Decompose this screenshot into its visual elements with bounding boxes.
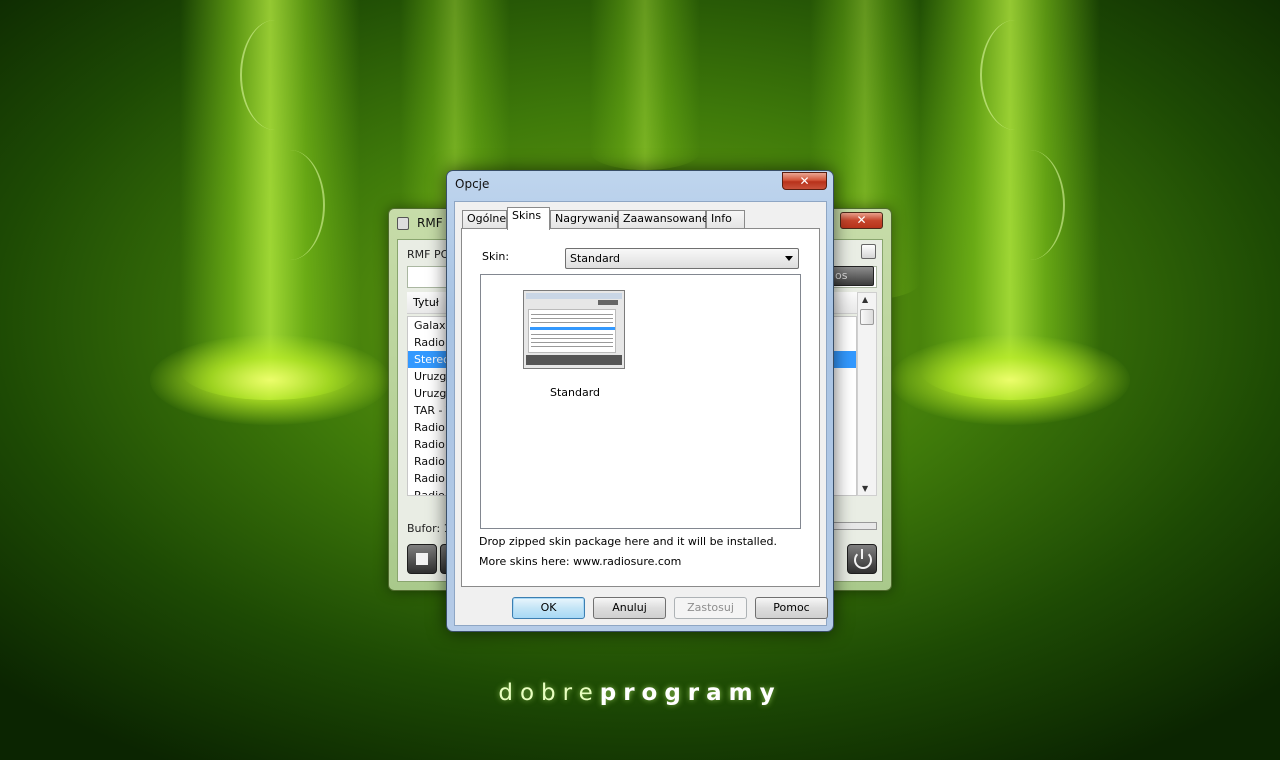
player-station-label: RMF PO [407, 248, 450, 261]
dialog-title: Opcje [455, 177, 490, 191]
skin-dropdown[interactable]: Standard [565, 248, 799, 269]
skin-dropdown-value: Standard [570, 252, 621, 265]
skin-label: Skin: [482, 250, 510, 263]
skin-preview-thumbnail[interactable] [523, 290, 625, 369]
thumbnail-line [531, 338, 613, 339]
skins-tab-panel: Skin: Standard Standard Drop zipped skin… [461, 228, 820, 587]
logo-bold-text: programy [599, 680, 782, 706]
skin-list[interactable]: Standard [480, 274, 801, 529]
dialog-close-button[interactable]: ✕ [782, 172, 827, 190]
wallpaper-helix [255, 150, 325, 260]
column-title: Tytuł [413, 296, 439, 309]
thumbnail-line [531, 346, 613, 347]
logo-light-text: dobre [498, 680, 600, 706]
buffer-label: Bufor: 1 [407, 522, 451, 535]
chevron-down-icon [785, 256, 793, 261]
more-skins-text: More skins here: www.radiosure.com [479, 555, 682, 568]
player-close-button[interactable]: ✕ [840, 212, 883, 229]
player-edit-icon[interactable] [861, 244, 876, 259]
tab-recording[interactable]: Nagrywanie [550, 210, 621, 229]
thumbnail-line [531, 322, 613, 323]
station-list-scrollbar[interactable]: ▲ ▼ [857, 292, 877, 496]
thumbnail-footer [526, 355, 622, 365]
wallpaper-pillar [590, 0, 700, 170]
thumbnail-button [598, 300, 618, 305]
scrollbar-thumb[interactable] [860, 309, 874, 325]
help-button[interactable]: Pomoc [755, 597, 828, 619]
apply-button[interactable]: Zastosuj [674, 597, 747, 619]
thumbnail-line [531, 334, 613, 335]
wallpaper-helix [995, 150, 1065, 260]
scroll-down-icon[interactable]: ▼ [862, 484, 868, 493]
power-button[interactable] [847, 544, 877, 574]
drop-hint-text: Drop zipped skin package here and it wil… [479, 535, 777, 548]
thumbnail-line [531, 318, 613, 319]
thumbnail-line [531, 314, 613, 315]
tab-skins[interactable]: Skins [507, 207, 550, 230]
thumbnail-list [528, 309, 616, 353]
wallpaper-helix [980, 20, 1050, 130]
cancel-button[interactable]: Anuluj [593, 597, 666, 619]
radio-app-icon [397, 217, 409, 230]
wallpaper-glow [150, 335, 390, 425]
ok-button[interactable]: OK [512, 597, 585, 619]
tab-info[interactable]: Info [706, 210, 745, 229]
wallpaper-helix [240, 20, 310, 130]
thumbnail-selected-row [530, 327, 615, 330]
tab-general[interactable]: Ogólne [462, 210, 507, 229]
wallpaper-glow [890, 335, 1130, 425]
wallpaper-logo: dobreprogramy [0, 680, 1280, 706]
options-dialog: Opcje ✕ Ogólne Skins Nagrywanie Zaawanso… [446, 170, 834, 632]
player-toolbar-button[interactable]: os [828, 266, 874, 286]
dialog-body: Ogólne Skins Nagrywanie Zaawansowane Inf… [454, 201, 828, 626]
buffer-progress [833, 522, 877, 530]
tab-advanced[interactable]: Zaawansowane [618, 210, 709, 229]
stop-button[interactable] [407, 544, 437, 574]
thumbnail-line [531, 342, 613, 343]
skin-name-label[interactable]: Standard [550, 386, 600, 399]
scroll-up-icon[interactable]: ▲ [862, 295, 868, 304]
thumbnail-titlebar [526, 293, 622, 299]
